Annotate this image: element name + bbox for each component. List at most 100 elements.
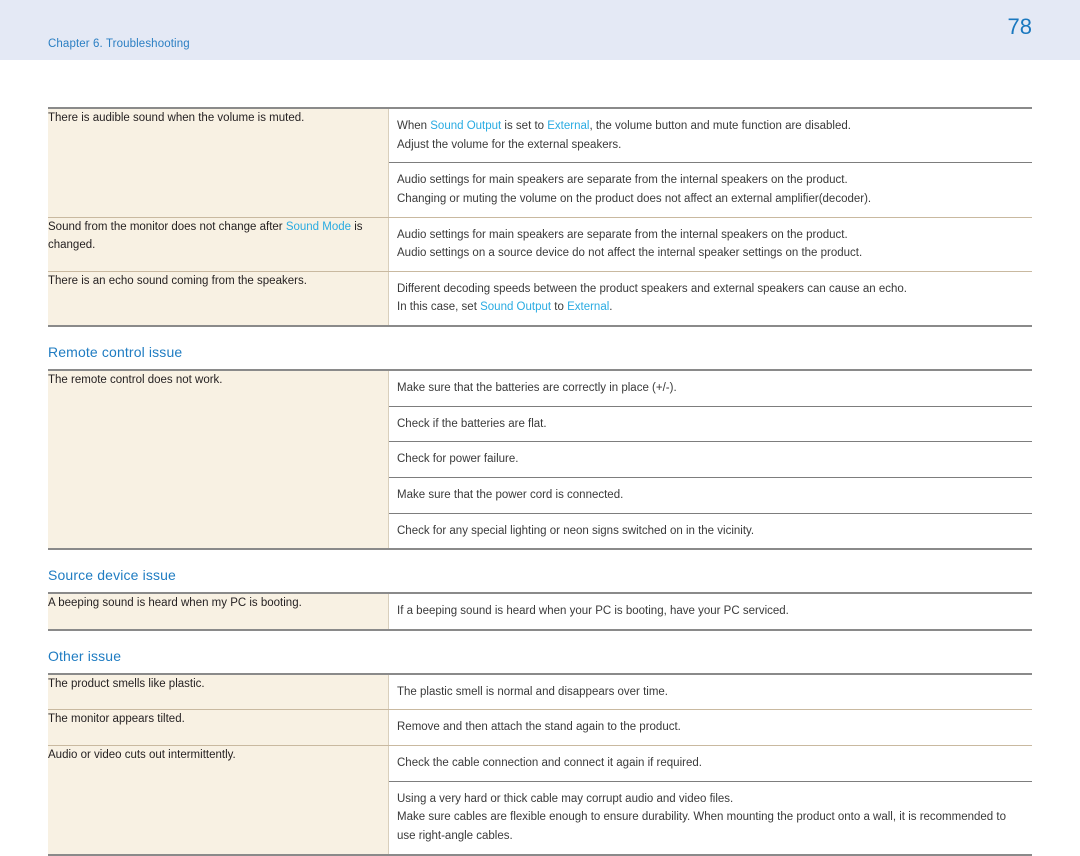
text-run: Make sure that the batteries are correct… <box>397 382 677 394</box>
solution-line: In this case, set Sound Output to Extern… <box>397 298 1022 317</box>
text-run: Check if the batteries are flat. <box>397 417 547 430</box>
text-run: In this case, set <box>397 301 481 314</box>
text-run: . <box>609 301 613 314</box>
solution-group: Check for any special lighting or neon s… <box>389 514 1032 549</box>
solution-group: Check for power failure. <box>389 442 1032 478</box>
table-row: The remote control does not work. Make su… <box>48 370 1032 550</box>
text-run: Remove and then attach the stand again t… <box>397 721 681 734</box>
text-run: Check the cable connection and connect i… <box>397 757 702 769</box>
solution-group: Audio settings for main speakers are sep… <box>389 218 1032 271</box>
symptom-cell: A beeping sound is heard when my PC is b… <box>48 593 389 630</box>
solution-group: Make sure that the batteries are correct… <box>389 371 1032 407</box>
solution-group: Remove and then attach the stand again t… <box>389 710 1032 745</box>
text-run: Audio or video cuts out intermittently. <box>48 749 236 761</box>
solution-group: The plastic smell is normal and disappea… <box>389 675 1032 710</box>
table-row: There is an echo sound coming from the s… <box>48 271 1032 326</box>
symptom-cell: The product smells like plastic. <box>48 673 389 711</box>
page-body: There is audible sound when the volume i… <box>0 60 1080 856</box>
solution-group: Make sure that the power cord is connect… <box>389 478 1032 514</box>
table-row: There is audible sound when the volume i… <box>48 108 1032 218</box>
text-run: Using a very hard or thick cable may cor… <box>397 792 734 805</box>
issue-table: The product smells like plastic. The plas… <box>48 672 1032 856</box>
solution-line: Using a very hard or thick cable may cor… <box>397 790 1022 809</box>
solution-line: Check for power failure. <box>397 450 1022 469</box>
solution-cell: If a beeping sound is heard when your PC… <box>389 593 1033 630</box>
text-run: The product smells like plastic. <box>48 677 205 690</box>
text-run: Make sure cables are flexible enough to … <box>397 811 1006 842</box>
solution-line: Audio settings on a source device do not… <box>397 244 1022 263</box>
text-run: Check for power failure. <box>397 453 519 466</box>
section-heading: Remote control issue <box>48 344 183 360</box>
text-run: If a beeping sound is heard when your PC… <box>397 605 789 618</box>
text-run: Changing or muting the volume on the pro… <box>397 192 872 205</box>
solution-cell: Remove and then attach the stand again t… <box>388 709 1032 746</box>
page-header: Chapter 6. Troubleshooting 78 <box>0 0 1080 60</box>
solution-group: When Sound Output is set to External, th… <box>389 109 1032 164</box>
solution-cell: Make sure that the batteries are correct… <box>389 370 1032 549</box>
highlighted-term: Sound Output <box>430 120 502 132</box>
solution-line: Adjust the volume for the external speak… <box>397 136 1022 155</box>
highlighted-term: External <box>567 301 610 314</box>
solution-line: Audio settings for main speakers are sep… <box>397 171 1022 190</box>
highlighted-term: Sound Output <box>480 301 552 314</box>
solution-cell: Audio settings for main speakers are sep… <box>388 217 1032 272</box>
text-run: Different decoding speeds between the pr… <box>397 282 907 295</box>
issue-table: There is audible sound when the volume i… <box>48 107 1032 327</box>
symptom-cell: There is an echo sound coming from the s… <box>48 271 389 326</box>
solution-cell: The plastic smell is normal and disappea… <box>388 673 1032 711</box>
text-run: There is audible sound when the volume i… <box>48 112 305 124</box>
text-run: Make sure that the power cord is connect… <box>397 488 624 501</box>
symptom-cell: There is audible sound when the volume i… <box>48 108 389 218</box>
text-run: The remote control does not work. <box>48 374 223 386</box>
highlighted-term: Sound Mode <box>285 220 352 233</box>
solution-line: Make sure that the batteries are correct… <box>397 379 1022 398</box>
table-row: Audio or video cuts out intermittently. C… <box>48 745 1032 855</box>
solution-group: Check the cable connection and connect i… <box>389 746 1032 782</box>
solution-line: Different decoding speeds between the pr… <box>397 280 1022 299</box>
symptom-cell: Audio or video cuts out intermittently. <box>48 745 389 855</box>
solution-line: Make sure that the power cord is connect… <box>397 486 1022 505</box>
symptom-cell: The monitor appears tilted. <box>48 709 389 746</box>
page-number: 78 <box>1007 14 1032 39</box>
text-run: Audio settings on a source device do not… <box>397 247 863 260</box>
chapter-label: Chapter 6. Troubleshooting <box>48 38 190 50</box>
table-row: Sound from the monitor does not change a… <box>48 217 1032 272</box>
section-heading: Source device issue <box>48 567 176 584</box>
solution-cell: Check the cable connection and connect i… <box>389 746 1032 855</box>
solution-group: Different decoding speeds between the pr… <box>389 272 1032 325</box>
table-row: A beeping sound is heard when my PC is b… <box>48 593 1032 630</box>
solution-line: Remove and then attach the stand again t… <box>397 718 1022 737</box>
text-run: A beeping sound is heard when my PC is b… <box>48 597 302 610</box>
text-run: The plastic smell is normal and disappea… <box>397 685 669 698</box>
text-run: Check for any special lighting or neon s… <box>397 524 755 537</box>
text-run: Audio settings for main speakers are sep… <box>397 174 848 187</box>
solution-line: If a beeping sound is heard when your PC… <box>397 602 1022 621</box>
solution-line: Audio settings for main speakers are sep… <box>397 226 1022 245</box>
text-run: , the volume button and mute function ar… <box>589 120 851 132</box>
text-run: There is an echo sound coming from the s… <box>48 274 307 287</box>
solution-line: When Sound Output is set to External, th… <box>397 117 1022 136</box>
text-run: When <box>397 120 431 132</box>
solution-line: Make sure cables are flexible enough to … <box>397 808 1022 845</box>
text-run: Adjust the volume for the external speak… <box>397 138 622 151</box>
top-spacer <box>48 60 1032 107</box>
solution-group: Using a very hard or thick cable may cor… <box>389 782 1032 854</box>
text-run: Audio settings for main speakers are sep… <box>397 228 848 241</box>
solution-line: Check if the batteries are flat. <box>397 415 1022 434</box>
solution-group: If a beeping sound is heard when your PC… <box>389 594 1032 629</box>
solution-group: Check if the batteries are flat. <box>389 407 1032 443</box>
table-row: The product smells like plastic. The plas… <box>48 673 1032 711</box>
highlighted-term: External <box>547 120 590 132</box>
solution-group: Audio settings for main speakers are sep… <box>389 163 1032 216</box>
solution-line: Changing or muting the volume on the pro… <box>397 190 1022 209</box>
text-run: to <box>551 301 568 314</box>
issue-table: The remote control does not work. Make su… <box>48 369 1032 551</box>
issue-table: A beeping sound is heard when my PC is b… <box>48 592 1032 631</box>
solution-line: Check for any special lighting or neon s… <box>397 522 1022 541</box>
solution-cell: Different decoding speeds between the pr… <box>389 271 1033 326</box>
section-heading: Other issue <box>48 647 122 664</box>
table-row: The monitor appears tilted. Remove and th… <box>48 709 1032 746</box>
text-run: The monitor appears tilted. <box>48 713 185 726</box>
symptom-cell: Sound from the monitor does not change a… <box>48 217 389 272</box>
solution-line: The plastic smell is normal and disappea… <box>397 683 1022 702</box>
